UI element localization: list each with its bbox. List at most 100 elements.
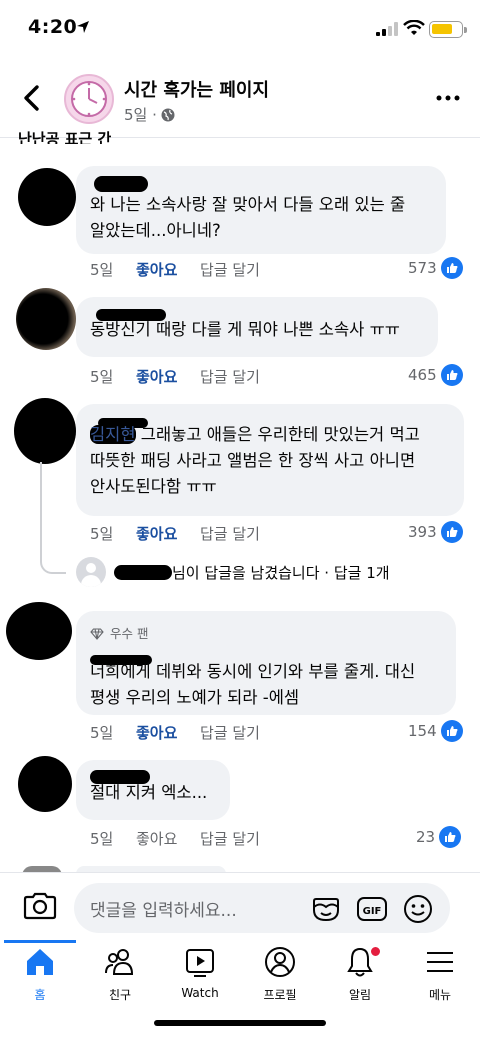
like-count: 573 <box>408 259 437 277</box>
comment-composer: 댓글을 입력하세요... GIF <box>0 872 480 940</box>
comment-actions: 5일 좋아요 답글 달기 <box>90 828 290 849</box>
commenter-name[interactable] <box>94 176 148 192</box>
commenter-avatar[interactable] <box>6 602 72 660</box>
comment-time: 5일 <box>90 724 114 742</box>
tab-profile[interactable]: 프로필 <box>240 946 320 1002</box>
tab-home[interactable]: 홈 <box>0 946 80 1002</box>
signal-icon <box>376 22 398 36</box>
menu-icon <box>427 952 453 972</box>
bottom-tab-bar: 홈 친구 Watch 프로필 알림 메뉴 <box>0 940 480 1002</box>
like-count: 23 <box>416 828 436 846</box>
comment-time: 5일 <box>90 830 114 848</box>
like-count: 154 <box>408 722 437 740</box>
comment-text: 동방신기 때랑 다를 게 뭐야 나쁜 소속사 ㅠㅠ <box>90 320 400 339</box>
camera-icon[interactable] <box>22 891 58 921</box>
tab-label: 알림 <box>348 988 372 1002</box>
comment-bubble[interactable]: 절대 지켜 엑소... <box>76 760 230 820</box>
comment-bubble[interactable]: 우수 팬 너희에게 데뷔와 동시에 인기와 부를 줄게. 대신 평생 우리의 노… <box>76 611 456 715</box>
like-button[interactable]: 좋아요 <box>136 828 200 849</box>
like-button[interactable]: 좋아요 <box>136 523 200 544</box>
reply-button[interactable]: 답글 달기 <box>200 523 290 544</box>
tab-friends[interactable]: 친구 <box>80 946 160 1002</box>
comment-actions: 5일 좋아요 답글 달기 <box>90 259 290 280</box>
commenter-avatar[interactable] <box>14 398 76 464</box>
top-fan-badge: 우수 팬 <box>90 621 442 647</box>
profile-icon <box>265 947 295 977</box>
friends-icon <box>105 949 134 975</box>
comment-text: 안사도된다함 ㅠㅠ <box>90 477 217 496</box>
replier-name <box>114 564 172 580</box>
tab-menu[interactable]: 메뉴 <box>400 946 480 1002</box>
notification-badge <box>370 946 381 957</box>
reply-button[interactable]: 답글 달기 <box>200 259 290 280</box>
comment-bubble[interactable]: 김지현 그래놓고 애들은 우리한테 맛있는거 먹고 따뜻한 패딩 사라고 앨범은… <box>76 404 464 516</box>
mention-link[interactable]: 김지현 <box>90 425 136 444</box>
comment-time: 5일 <box>90 261 114 279</box>
watch-icon <box>186 949 214 977</box>
status-time: 4:20 <box>28 16 78 38</box>
comment-text: 절대 지켜 엑소... <box>90 783 208 802</box>
avatar-sticker-icon[interactable] <box>310 893 342 925</box>
comment-actions: 5일 좋아요 답글 달기 <box>90 722 290 743</box>
location-arrow-icon <box>77 21 89 33</box>
home-icon <box>27 949 53 975</box>
tab-label: 친구 <box>108 988 132 1002</box>
emoji-icon[interactable] <box>402 893 434 925</box>
battery-icon <box>429 21 467 38</box>
more-options-icon[interactable] <box>436 94 460 102</box>
reaction-count[interactable]: 573 <box>408 257 463 279</box>
post-header: 시간 혹가는 페이지 5일 · <box>0 60 480 138</box>
globe-icon <box>161 108 175 121</box>
back-arrow-icon[interactable] <box>20 84 44 112</box>
like-button[interactable]: 좋아요 <box>136 366 200 387</box>
tab-label: Watch <box>181 986 219 1000</box>
like-button[interactable]: 좋아요 <box>136 722 200 743</box>
tab-label: 메뉴 <box>428 988 452 1002</box>
page-title[interactable]: 시간 혹가는 페이지 <box>124 76 269 102</box>
page-avatar[interactable] <box>64 74 114 124</box>
comment-text: 와 나는 소속사랑 잘 맞아서 다들 오래 있는 줄 <box>90 195 406 214</box>
comment-text: 평생 우리의 노예가 되라 -에셈 <box>90 688 300 707</box>
reaction-count[interactable]: 465 <box>408 364 463 386</box>
comment-input[interactable]: 댓글을 입력하세요... GIF <box>74 883 450 933</box>
post-meta: 5일 · <box>124 104 175 125</box>
badge-label: 우수 팬 <box>110 626 149 641</box>
comment-bubble[interactable]: 와 나는 소속사랑 잘 맞아서 다들 오래 있는 줄 알았는데...아니네? <box>76 166 446 254</box>
tab-label: 홈 <box>34 988 46 1002</box>
tab-notifications[interactable]: 알림 <box>320 946 400 1002</box>
comment-bubble[interactable]: 동방신기 때랑 다를 게 뭐야 나쁜 소속사 ㅠㅠ <box>76 297 438 357</box>
reaction-count[interactable]: 154 <box>408 720 463 742</box>
commenter-avatar[interactable] <box>18 756 72 812</box>
comment-time: 5일 <box>90 368 114 386</box>
tab-label: 프로필 <box>263 988 297 1002</box>
reaction-count[interactable]: 23 <box>416 826 462 848</box>
thumbs-up-icon <box>440 720 463 742</box>
comment-text: 그래놓고 애들은 우리한테 맛있는거 먹고 <box>135 425 420 444</box>
like-button[interactable]: 좋아요 <box>136 259 200 280</box>
thumbs-up-icon <box>439 826 462 848</box>
reply-button[interactable]: 답글 달기 <box>200 722 290 743</box>
thread-line <box>40 462 66 574</box>
svg-text:GIF: GIF <box>363 906 382 917</box>
status-bar: 4:20 <box>0 0 480 58</box>
like-count: 393 <box>408 523 437 541</box>
thumbs-up-icon <box>440 521 463 543</box>
tab-watch[interactable]: Watch <box>160 946 240 1002</box>
like-count: 465 <box>408 366 437 384</box>
comment-actions: 5일 좋아요 답글 달기 <box>90 523 290 544</box>
comment-actions: 5일 좋아요 답글 달기 <box>90 366 290 387</box>
comment-text: 너희에게 데뷔와 동시에 인기와 부를 줄게. 대신 <box>90 662 416 681</box>
commenter-avatar[interactable] <box>18 168 76 226</box>
comment-text: 따뜻한 패딩 사라고 앨범은 한 장씩 사고 아니면 <box>90 451 416 470</box>
reply-button[interactable]: 답글 달기 <box>200 828 290 849</box>
comment-placeholder: 댓글을 입력하세요... <box>90 901 237 921</box>
commenter-avatar[interactable] <box>16 288 76 350</box>
reaction-count[interactable]: 393 <box>408 521 463 543</box>
reply-button[interactable]: 답글 달기 <box>200 366 290 387</box>
diamond-icon <box>90 628 104 640</box>
comment-time: 5일 <box>90 525 114 543</box>
view-replies-link[interactable]: 님이 답글을 남겼습니다 · 답글 1개 <box>76 557 390 587</box>
gif-icon[interactable]: GIF <box>356 893 388 925</box>
wifi-icon <box>403 20 425 35</box>
comment-text: 알았는데...아니네? <box>90 221 221 240</box>
